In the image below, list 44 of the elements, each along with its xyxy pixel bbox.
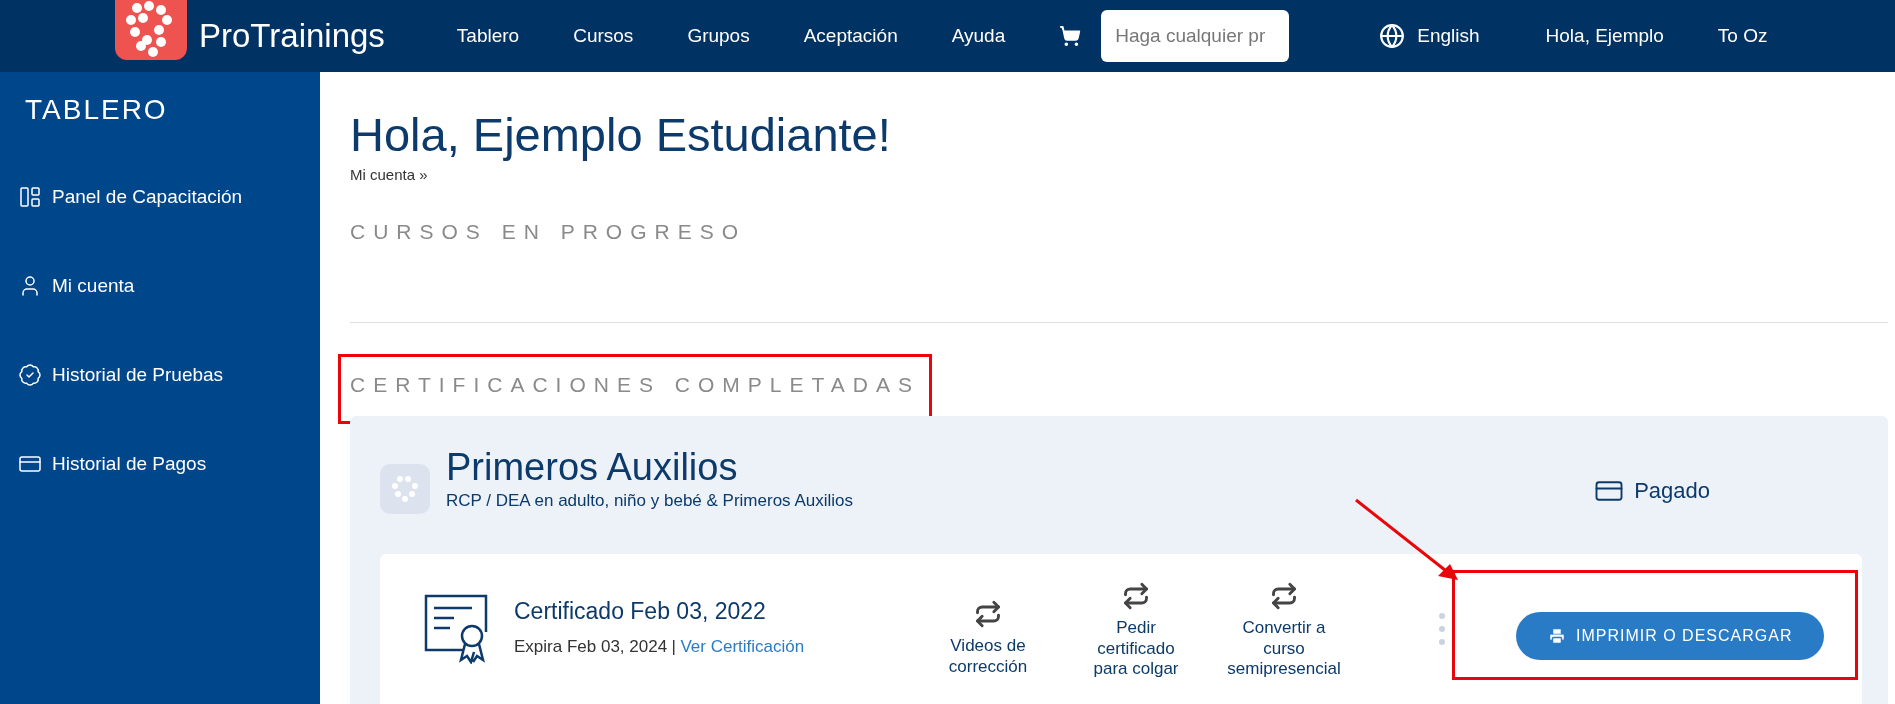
sidebar-item[interactable]: Panel de Capacitación <box>0 152 320 241</box>
view-certificate-link[interactable]: Ver Certificación <box>680 637 805 656</box>
sidebar-item-label: Mi cuenta <box>52 274 135 297</box>
expiry-date: Expira Feb 03, 2024 <box>514 637 668 656</box>
course-subtitle: RCP / DEA en adulto, niño y bebé & Primeros Auxilios <box>446 491 853 511</box>
globe-icon[interactable] <box>1379 23 1406 49</box>
search-field[interactable]: Haga cualquier pr <box>1101 10 1290 62</box>
course-icon <box>380 464 430 514</box>
section-heading: CERTIFICACIONES COMPLETADAS <box>350 373 920 397</box>
language-link[interactable]: English <box>1417 25 1480 47</box>
page-heading: Hola, Ejemplo Estudiante! <box>350 107 892 162</box>
print-download-button[interactable]: IMPRIMIR O DESCARGAR <box>1516 612 1825 660</box>
user-link[interactable]: To Oz <box>1717 25 1768 47</box>
payment-status: Pagado <box>1634 478 1710 504</box>
sidebar-item[interactable]: Mi cuenta <box>0 241 320 330</box>
swap-icon <box>974 600 1002 628</box>
separator: | <box>671 637 676 656</box>
sidebar-item[interactable]: Historial de Pagos <box>0 419 320 508</box>
swap-icon <box>1122 582 1150 610</box>
nav-link[interactable]: Ayuda <box>951 25 1006 47</box>
action-link[interactable]: Videos de corrección <box>914 600 1062 678</box>
breadcrumb-link[interactable]: Mi cuenta » <box>350 166 428 183</box>
action-link[interactable]: Convertir a curso semipresencial <box>1210 582 1358 681</box>
logo-text[interactable]: ProTrainings <box>199 17 385 55</box>
sidebar-title: TABLERO <box>24 94 169 126</box>
swap-icon <box>1270 582 1298 610</box>
nav-link[interactable]: Tablero <box>456 25 520 47</box>
cart-icon[interactable] <box>1059 25 1082 47</box>
certificate-title: Certificado Feb 03, 2022 <box>514 598 767 625</box>
layout-icon <box>18 184 42 209</box>
sidebar-item[interactable]: Historial de Pruebas <box>0 330 320 419</box>
sidebar-item-label: Historial de Pagos <box>52 452 207 475</box>
action-link[interactable]: Pedir certificado para colgar <box>1062 582 1210 681</box>
logo-icon[interactable] <box>115 0 187 60</box>
printer-icon <box>1548 627 1566 645</box>
nav-link[interactable]: Cursos <box>573 25 634 47</box>
nav-link[interactable]: Grupos <box>687 25 750 47</box>
badge-icon <box>18 362 42 387</box>
section-heading: CURSOS EN PROGRESO <box>350 220 748 244</box>
greeting-link[interactable]: Hola, Ejemplo <box>1545 25 1664 47</box>
sidebar-item-label: Panel de Capacitación <box>52 185 243 208</box>
nav-link[interactable]: Aceptación <box>803 25 898 47</box>
course-title: Primeros Auxilios <box>446 446 739 489</box>
sidebar-item-label: Historial de Pruebas <box>52 363 224 386</box>
